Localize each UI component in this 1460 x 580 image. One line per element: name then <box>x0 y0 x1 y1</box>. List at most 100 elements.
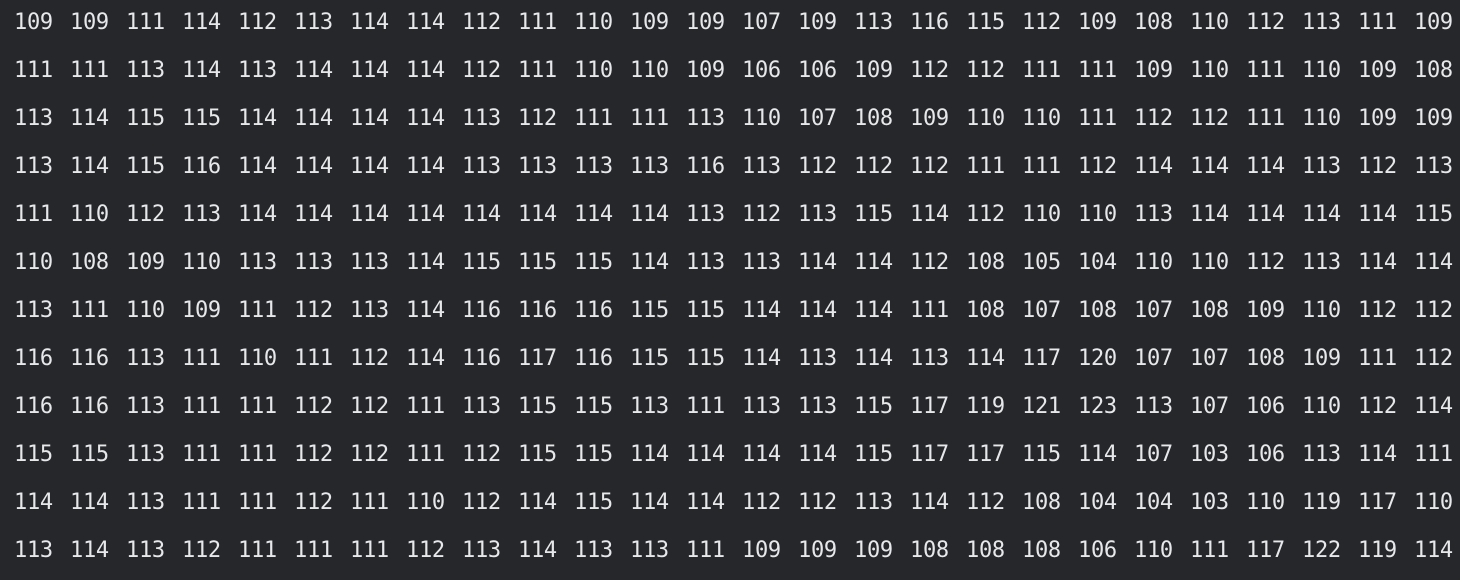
pixel-value: 115 <box>686 346 725 371</box>
pixel-value: 111 <box>1078 106 1117 131</box>
pixel-value: 114 <box>182 58 221 83</box>
pixel-value: 114 <box>1246 154 1285 179</box>
pixel-value: 112 <box>406 538 445 563</box>
pixel-value: 123 <box>1078 394 1117 419</box>
pixel-value: 111 <box>238 538 277 563</box>
output-row: 113 114 115 116 114 114 114 114 113 113 113 113 116 1… <box>0 148 1460 196</box>
pixel-value: 114 <box>854 298 893 323</box>
pixel-value: 113 <box>1302 250 1341 275</box>
pixel-value: 113 <box>574 538 613 563</box>
pixel-value: 110 <box>1190 250 1229 275</box>
pixel-value: 109 <box>126 250 165 275</box>
pixel-value: 109 <box>798 10 837 35</box>
pixel-value: 114 <box>518 490 557 515</box>
pixel-value: 111 <box>1078 58 1117 83</box>
pixel-value: 113 <box>686 106 725 131</box>
pixel-value: 111 <box>182 442 221 467</box>
pixel-value: 108 <box>1414 58 1453 83</box>
pixel-value: 112 <box>1246 10 1285 35</box>
pixel-value: 110 <box>1302 394 1341 419</box>
pixel-value: 117 <box>910 442 949 467</box>
pixel-value: 107 <box>798 106 837 131</box>
pixel-value: 112 <box>1358 394 1397 419</box>
pixel-value: 115 <box>574 442 613 467</box>
pixel-value: 114 <box>406 250 445 275</box>
pixel-value: 116 <box>70 346 109 371</box>
pixel-value: 114 <box>294 202 333 227</box>
pixel-value: 103 <box>1190 442 1229 467</box>
pixel-value: 114 <box>294 106 333 131</box>
pixel-value: 114 <box>910 490 949 515</box>
pixel-value: 103 <box>1190 490 1229 515</box>
pixel-value: 113 <box>462 538 501 563</box>
pixel-value: 111 <box>350 538 389 563</box>
pixel-value: 115 <box>854 394 893 419</box>
pixel-value: 111 <box>294 346 333 371</box>
pixel-value: 110 <box>1134 538 1173 563</box>
pixel-value: 113 <box>742 154 781 179</box>
pixel-value: 110 <box>406 490 445 515</box>
pixel-value: 108 <box>1190 298 1229 323</box>
pixel-value: 113 <box>630 154 669 179</box>
pixel-value: 112 <box>350 442 389 467</box>
pixel-value: 111 <box>966 154 1005 179</box>
pixel-value: 114 <box>406 58 445 83</box>
pixel-value: 114 <box>238 202 277 227</box>
pixel-value: 113 <box>1414 154 1453 179</box>
pixel-value: 110 <box>1190 10 1229 35</box>
pixel-value: 116 <box>462 346 501 371</box>
pixel-value: 114 <box>350 106 389 131</box>
pixel-value: 115 <box>630 346 669 371</box>
pixel-value: 111 <box>70 58 109 83</box>
pixel-value: 112 <box>966 202 1005 227</box>
pixel-value: 112 <box>294 394 333 419</box>
pixel-value: 114 <box>742 298 781 323</box>
pixel-value: 113 <box>238 58 277 83</box>
pixel-value: 108 <box>70 250 109 275</box>
pixel-value: 110 <box>1302 106 1341 131</box>
pixel-value: 111 <box>518 58 557 83</box>
pixel-value: 109 <box>1134 58 1173 83</box>
pixel-value: 113 <box>350 298 389 323</box>
pixel-value: 109 <box>14 10 53 35</box>
pixel-value: 120 <box>1078 346 1117 371</box>
pixel-value: 111 <box>70 298 109 323</box>
pixel-value: 112 <box>294 490 333 515</box>
pixel-value: 114 <box>70 154 109 179</box>
pixel-value: 115 <box>574 394 613 419</box>
pixel-value: 107 <box>1134 442 1173 467</box>
pixel-value: 110 <box>574 10 613 35</box>
pixel-value: 108 <box>966 538 1005 563</box>
pixel-value: 108 <box>966 298 1005 323</box>
pixel-value: 109 <box>742 538 781 563</box>
pixel-value: 114 <box>854 250 893 275</box>
pixel-value: 115 <box>854 202 893 227</box>
pixel-value: 110 <box>742 106 781 131</box>
pixel-value: 113 <box>350 250 389 275</box>
pixel-value: 112 <box>910 250 949 275</box>
pixel-value: 113 <box>126 490 165 515</box>
pixel-value: 113 <box>798 202 837 227</box>
pixel-value: 110 <box>1190 58 1229 83</box>
pixel-value: 117 <box>966 442 1005 467</box>
pixel-value: 112 <box>854 154 893 179</box>
pixel-value: 116 <box>182 154 221 179</box>
pixel-value: 114 <box>742 346 781 371</box>
pixel-value: 113 <box>462 154 501 179</box>
pixel-value: 112 <box>742 490 781 515</box>
pixel-value: 116 <box>14 346 53 371</box>
pixel-value: 114 <box>742 442 781 467</box>
pixel-value: 113 <box>182 202 221 227</box>
pixel-value: 114 <box>70 490 109 515</box>
pixel-value: 116 <box>462 298 501 323</box>
pixel-value: 115 <box>70 442 109 467</box>
pixel-value: 113 <box>574 154 613 179</box>
pixel-value: 111 <box>1414 442 1453 467</box>
pixel-value: 108 <box>854 106 893 131</box>
pixel-value: 113 <box>126 58 165 83</box>
pixel-value: 110 <box>1134 250 1173 275</box>
pixel-value: 113 <box>686 202 725 227</box>
pixel-value: 111 <box>1022 154 1061 179</box>
pixel-value: 111 <box>630 106 669 131</box>
pixel-value: 117 <box>910 394 949 419</box>
